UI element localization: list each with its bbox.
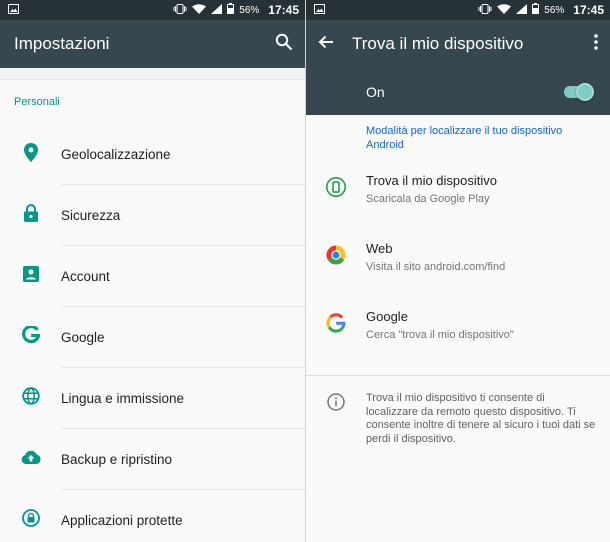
settings-item-backup[interactable]: Backup e ripristino [0,429,305,490]
method-find-my-device-app[interactable]: Trova il mio dispositivo Scaricala da Go… [306,167,610,235]
method-google-search[interactable]: Google Cerca "trova il mio dispositivo" [306,303,610,371]
settings-item-label: Applicazioni protette [61,513,183,528]
method-subtitle: Cerca "trova il mio dispositivo" [366,329,514,341]
settings-item-google[interactable]: Google [0,307,305,368]
clock: 17:45 [573,3,604,17]
account-box-icon [22,266,39,287]
lock-icon [23,204,38,227]
method-subtitle: Scaricala da Google Play [366,193,490,205]
find-my-device-app-icon [326,177,346,202]
battery-icon [532,3,540,17]
battery-percent: 56% [544,4,565,16]
google-g-color-icon [326,313,346,338]
app-bar: Trova il mio dispositivo [306,20,610,68]
locate-modes-link[interactable]: Modalità per localizzare il tuo disposit… [306,115,610,167]
section-label-personal: Personali [14,96,60,108]
settings-item-protected-apps[interactable]: Applicazioni protette [0,490,305,542]
location-pin-icon [23,142,38,167]
status-bar: 56% 17:45 [306,0,610,20]
clock: 17:45 [268,3,299,17]
protected-apps-lock-icon [21,509,40,532]
settings-item-location[interactable]: Geolocalizzazione [0,124,305,185]
battery-percent: 56% [239,4,260,16]
status-bar: 56% 17:45 [0,0,305,20]
on-off-switch[interactable] [564,82,594,101]
globe-icon [21,387,40,410]
settings-item-label: Lingua e immissione [61,391,185,406]
battery-icon [227,3,235,17]
settings-item-label: Backup e ripristino [61,452,173,467]
more-vert-icon[interactable] [594,33,598,55]
settings-item-language[interactable]: Lingua e immissione [0,368,305,429]
method-title: Trova il mio dispositivo [366,173,498,188]
settings-list: Personali Geolocalizzazione Sicurezza Ac… [0,68,305,542]
screenshot-root: 56% 17:45 Impostazioni Personali Geoloca… [0,0,610,542]
wifi-icon [497,3,512,17]
search-icon[interactable] [275,33,293,56]
settings-item-account[interactable]: Account [0,246,305,307]
gallery-notification-icon [8,3,19,17]
signal-icon [516,3,528,17]
vibrate-icon [478,3,492,17]
settings-item-label: Account [61,269,110,284]
info-icon [327,393,345,446]
vibrate-icon [173,3,187,17]
master-switch-bar[interactable]: On [306,68,610,115]
signal-icon [211,3,223,17]
back-arrow-icon[interactable] [318,34,334,55]
google-g-icon [21,324,40,349]
info-footer: Trova il mio dispositivo ti consente di … [306,376,610,446]
list-top-divider [0,68,305,80]
method-title: Google [366,309,408,324]
settings-item-label: Google [61,330,105,345]
gallery-notification-icon [314,3,325,17]
method-title: Web [366,241,393,256]
info-text: Trova il mio dispositivo ti consente di … [366,392,596,445]
page-title: Impostazioni [14,34,110,53]
page-title: Trova il mio dispositivo [352,34,524,53]
cloud-upload-icon [21,450,41,469]
wifi-icon [192,3,207,17]
settings-screen: 56% 17:45 Impostazioni Personali Geoloca… [0,0,305,542]
chrome-icon [326,245,346,270]
switch-label: On [366,83,385,100]
settings-item-security[interactable]: Sicurezza [0,185,305,246]
switch-thumb [576,82,594,101]
method-web[interactable]: Web Visita il sito android.com/find [306,235,610,303]
settings-item-label: Geolocalizzazione [61,147,171,162]
settings-item-label: Sicurezza [61,208,121,223]
find-device-screen: 56% 17:45 Trova il mio dispositivo On Mo… [306,0,610,542]
app-bar: Impostazioni [0,20,305,68]
method-subtitle: Visita il sito android.com/find [366,261,506,273]
